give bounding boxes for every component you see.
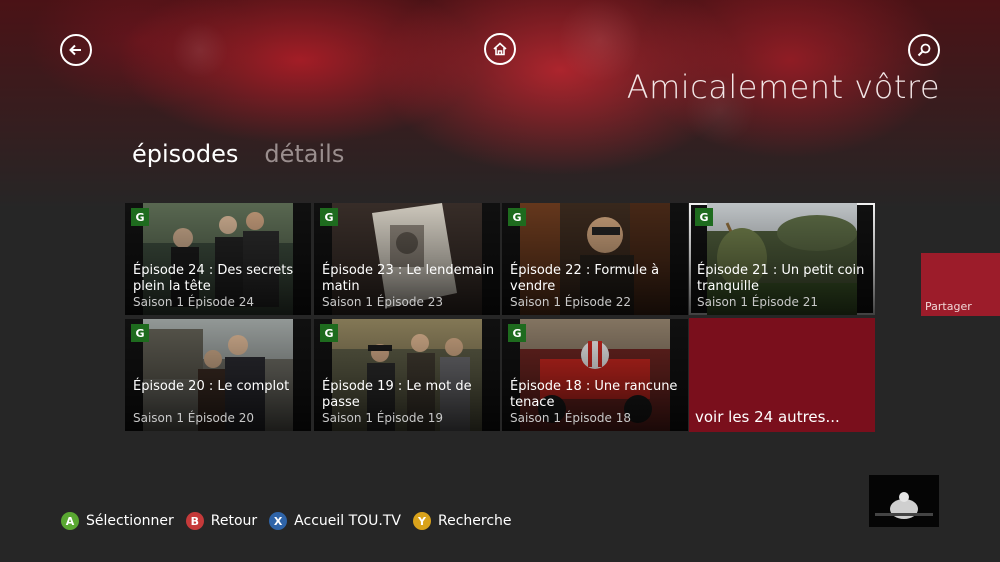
rating-badge: G bbox=[320, 324, 338, 342]
search-button[interactable] bbox=[908, 34, 940, 66]
episode-tile-18[interactable]: G Épisode 18 : Une rancune tenace Saison… bbox=[502, 319, 688, 431]
rating-badge: G bbox=[131, 324, 149, 342]
episode-subtitle: Saison 1 Épisode 20 bbox=[133, 411, 254, 425]
legend-label: Accueil TOU.TV bbox=[294, 513, 402, 529]
share-button[interactable]: Partager bbox=[921, 253, 1000, 316]
controller-legend: A Sélectionner B Retour X Accueil TOU.TV… bbox=[61, 512, 512, 530]
rating-badge: G bbox=[508, 324, 526, 342]
home-button[interactable] bbox=[484, 33, 516, 65]
arrow-left-icon bbox=[69, 44, 81, 56]
episode-title: Épisode 23 : Le lendemain matin bbox=[322, 263, 495, 294]
legend-item-b: B Retour bbox=[185, 512, 258, 530]
a-button-icon: A bbox=[61, 512, 79, 530]
rating-badge: G bbox=[320, 208, 338, 226]
home-icon bbox=[493, 42, 507, 56]
back-button[interactable] bbox=[60, 34, 92, 66]
episode-tile-20[interactable]: G Épisode 20 : Le complot Saison 1 Épiso… bbox=[125, 319, 311, 431]
legend-item-a: A Sélectionner bbox=[61, 512, 174, 530]
episode-tile-22[interactable]: G Épisode 22 : Formule à vendre Saison 1… bbox=[502, 203, 688, 315]
tab-episodes[interactable]: épisodes bbox=[132, 140, 238, 168]
episode-subtitle: Saison 1 Épisode 18 bbox=[510, 411, 631, 425]
episode-title: Épisode 20 : Le complot bbox=[133, 379, 290, 394]
episode-tile-19[interactable]: G Épisode 19 : Le mot de passe Saison 1 … bbox=[314, 319, 500, 431]
rating-badge: G bbox=[508, 208, 526, 226]
legend-item-x: X Accueil TOU.TV bbox=[269, 512, 401, 530]
episode-title: Épisode 21 : Un petit coin tranquille bbox=[697, 263, 865, 294]
more-episodes-tile[interactable]: voir les 24 autres... bbox=[689, 318, 875, 432]
pivot-tabs: épisodes détails bbox=[132, 140, 344, 168]
search-icon bbox=[917, 43, 931, 57]
episode-tile-21[interactable]: G Épisode 21 : Un petit coin tranquille … bbox=[689, 203, 875, 315]
x-button-icon: X bbox=[269, 512, 288, 530]
mini-video-player[interactable] bbox=[869, 475, 939, 527]
page-title: Amicalement vôtre bbox=[626, 68, 940, 106]
episode-title: Épisode 24 : Des secrets plein la tête bbox=[133, 263, 294, 294]
more-episodes-label: voir les 24 autres... bbox=[695, 408, 840, 426]
tab-details[interactable]: détails bbox=[264, 140, 344, 168]
episode-subtitle: Saison 1 Épisode 19 bbox=[322, 411, 443, 425]
episode-subtitle: Saison 1 Épisode 24 bbox=[133, 295, 254, 309]
episode-subtitle: Saison 1 Épisode 23 bbox=[322, 295, 443, 309]
b-button-icon: B bbox=[185, 512, 204, 530]
rating-badge: G bbox=[131, 208, 149, 226]
legend-label: Recherche bbox=[438, 513, 512, 529]
episode-subtitle: Saison 1 Épisode 22 bbox=[510, 295, 631, 309]
episode-title: Épisode 22 : Formule à vendre bbox=[510, 263, 660, 294]
episode-tile-24[interactable]: G Épisode 24 : Des secrets plein la tête… bbox=[125, 203, 311, 315]
share-label: Partager bbox=[925, 300, 972, 313]
episode-subtitle: Saison 1 Épisode 21 bbox=[697, 295, 818, 309]
legend-label: Sélectionner bbox=[86, 513, 174, 529]
episode-title: Épisode 19 : Le mot de passe bbox=[322, 379, 472, 410]
episode-title: Épisode 18 : Une rancune tenace bbox=[510, 379, 678, 410]
rating-badge: G bbox=[695, 208, 713, 226]
episode-tile-23[interactable]: G Épisode 23 : Le lendemain matin Saison… bbox=[314, 203, 500, 315]
video-preview bbox=[869, 475, 939, 527]
legend-item-y: Y Recherche bbox=[413, 512, 512, 530]
y-button-icon: Y bbox=[413, 512, 432, 530]
legend-label: Retour bbox=[210, 513, 258, 529]
